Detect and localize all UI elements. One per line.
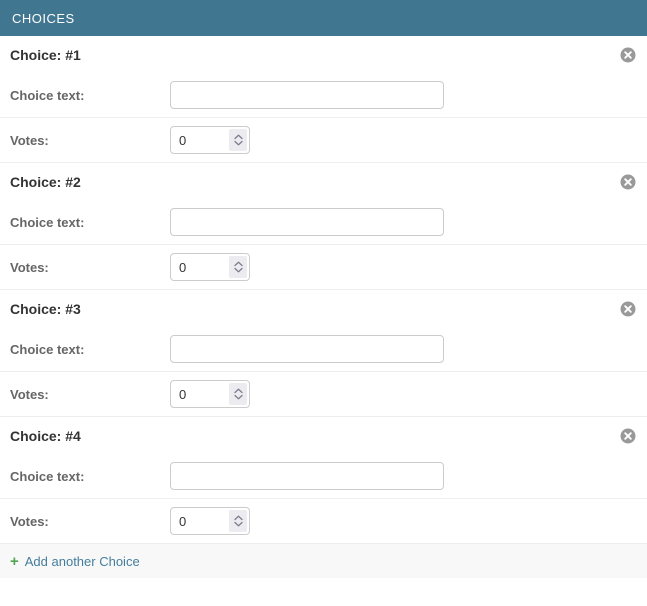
choice-heading-prefix-3: Choice: xyxy=(10,301,61,317)
form-row-votes-1: Votes: xyxy=(0,118,647,162)
choice-heading-count-1: #1 xyxy=(65,47,81,63)
form-row-choice-text-4: Choice text: xyxy=(0,454,647,499)
choice-text-label-1: Choice text: xyxy=(10,88,170,103)
form-row-choice-text-2: Choice text: xyxy=(0,200,647,245)
add-another-choice-row[interactable]: + Add another Choice xyxy=(0,543,647,578)
form-row-votes-3: Votes: xyxy=(0,372,647,416)
add-another-choice-link[interactable]: Add another Choice xyxy=(25,554,140,569)
choice-heading-count-4: #4 xyxy=(65,428,81,444)
choice-text-label-4: Choice text: xyxy=(10,469,170,484)
votes-stepper-4 xyxy=(170,507,250,535)
votes-spinner-4[interactable] xyxy=(229,510,247,532)
inline-related-choice-4: Choice: #4 Choice text: Votes: xyxy=(0,416,647,543)
choice-text-label-2: Choice text: xyxy=(10,215,170,230)
choice-text-input-3[interactable] xyxy=(170,335,444,363)
chevron-down-icon[interactable] xyxy=(234,267,243,273)
choice-heading-4: Choice: #4 xyxy=(0,417,647,454)
chevron-down-icon[interactable] xyxy=(234,394,243,400)
delete-icon[interactable] xyxy=(620,174,636,190)
votes-spinner-3[interactable] xyxy=(229,383,247,405)
chevron-down-icon[interactable] xyxy=(234,521,243,527)
votes-label-1: Votes: xyxy=(10,133,170,148)
choice-heading-2: Choice: #2 xyxy=(0,163,647,200)
choice-heading-label-1: Choice: #1 xyxy=(10,47,81,63)
delete-icon[interactable] xyxy=(620,47,636,63)
section-title: CHOICES xyxy=(12,11,75,26)
choice-heading-count-2: #2 xyxy=(65,174,81,190)
votes-stepper-2 xyxy=(170,253,250,281)
chevron-down-icon[interactable] xyxy=(234,140,243,146)
choice-heading-1: Choice: #1 xyxy=(0,36,647,73)
choice-heading-prefix-1: Choice: xyxy=(10,47,61,63)
votes-spinner-1[interactable] xyxy=(229,129,247,151)
choice-heading-label-2: Choice: #2 xyxy=(10,174,81,190)
inline-related-choice-1: Choice: #1 Choice text: Votes: xyxy=(0,36,647,162)
form-row-votes-2: Votes: xyxy=(0,245,647,289)
choice-heading-label-4: Choice: #4 xyxy=(10,428,81,444)
votes-spinner-2[interactable] xyxy=(229,256,247,278)
choice-text-label-3: Choice text: xyxy=(10,342,170,357)
votes-label-2: Votes: xyxy=(10,260,170,275)
form-row-choice-text-3: Choice text: xyxy=(0,327,647,372)
votes-label-3: Votes: xyxy=(10,387,170,402)
choices-section-header: CHOICES xyxy=(0,0,647,36)
votes-stepper-1 xyxy=(170,126,250,154)
choice-text-input-4[interactable] xyxy=(170,462,444,490)
votes-label-4: Votes: xyxy=(10,514,170,529)
choice-text-input-2[interactable] xyxy=(170,208,444,236)
choice-heading-label-3: Choice: #3 xyxy=(10,301,81,317)
plus-icon: + xyxy=(10,554,19,569)
choice-text-input-1[interactable] xyxy=(170,81,444,109)
choice-heading-prefix-2: Choice: xyxy=(10,174,61,190)
delete-icon[interactable] xyxy=(620,428,636,444)
form-row-votes-4: Votes: xyxy=(0,499,647,543)
inline-related-choice-3: Choice: #3 Choice text: Votes: xyxy=(0,289,647,416)
inline-related-choice-2: Choice: #2 Choice text: Votes: xyxy=(0,162,647,289)
choice-heading-3: Choice: #3 xyxy=(0,290,647,327)
votes-stepper-3 xyxy=(170,380,250,408)
choices-inline-group: CHOICES Choice: #1 Choice text: Votes: xyxy=(0,0,647,578)
choice-heading-prefix-4: Choice: xyxy=(10,428,61,444)
delete-icon[interactable] xyxy=(620,301,636,317)
choice-heading-count-3: #3 xyxy=(65,301,81,317)
form-row-choice-text-1: Choice text: xyxy=(0,73,647,118)
